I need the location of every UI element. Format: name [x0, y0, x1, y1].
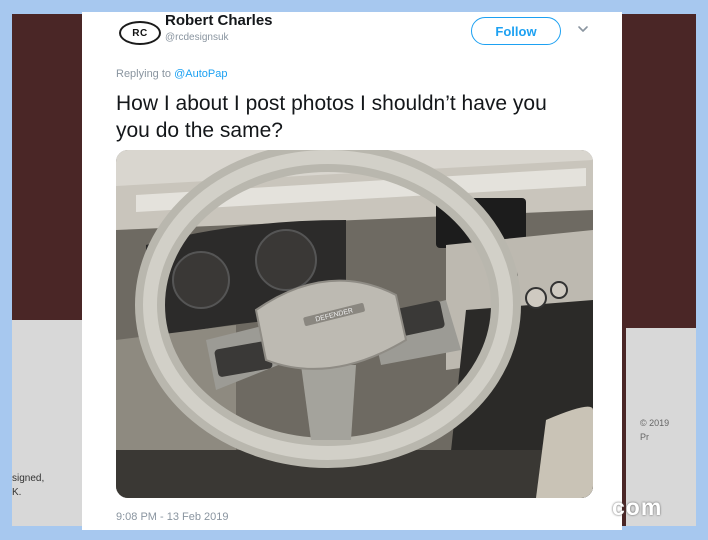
tweet-card: RC Robert Charles @rcdesignsuk Follow Re… [82, 12, 622, 530]
background-left-panel: signed, K. [12, 320, 82, 526]
watermark: com [612, 494, 663, 520]
steering-wheel-photo: DEFENDER [116, 150, 593, 498]
replying-to: Replying to @AutoPap [116, 68, 227, 80]
chevron-down-icon[interactable] [576, 22, 590, 36]
tweet-photo[interactable]: DEFENDER [116, 150, 593, 498]
avatar-logo: RC [119, 21, 161, 45]
avatar[interactable]: RC [118, 18, 162, 48]
author-name[interactable]: Robert Charles [165, 12, 273, 29]
author-handle[interactable]: @rcdesignsuk [165, 32, 229, 43]
replying-to-link[interactable]: @AutoPap [174, 68, 227, 80]
tweet-text: How I about I post photos I shouldn’t ha… [116, 92, 547, 142]
follow-button[interactable]: Follow [471, 17, 561, 45]
tweet-timestamp[interactable]: 9:08 PM - 13 Feb 2019 [116, 511, 229, 523]
background-left-caption: signed, K. [12, 473, 45, 498]
replying-prefix: Replying to [116, 68, 175, 80]
background-right-caption: © 2019 Pr [640, 418, 670, 442]
